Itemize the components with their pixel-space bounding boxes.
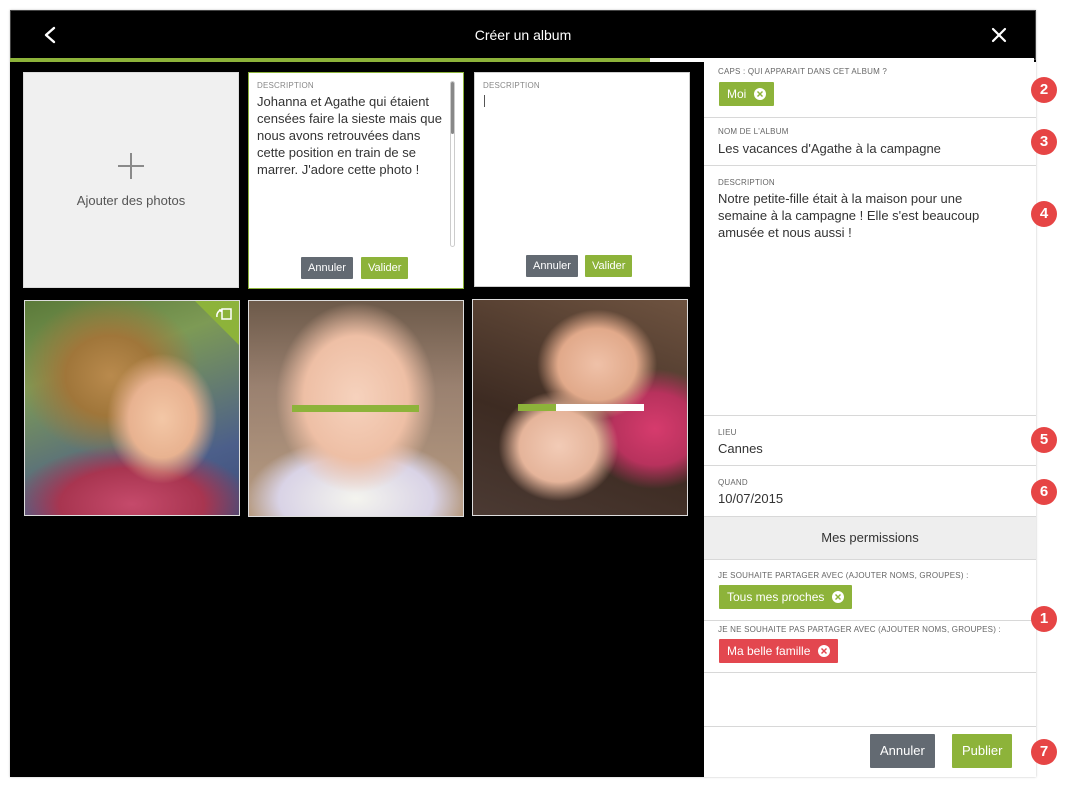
annotation-badge-4: 4 — [1031, 201, 1057, 227]
plus-icon — [118, 152, 144, 179]
annotation-badge-6: 6 — [1031, 479, 1057, 505]
photo-thumbnail[interactable] — [24, 300, 240, 516]
description-textarea[interactable]: Johanna et Agathe qui étaient censées fa… — [257, 93, 442, 178]
description-label: DESCRIPTION — [257, 81, 314, 90]
photo-thumbnail[interactable] — [248, 300, 464, 517]
album-form-panel: CAPS : QUI APPARAIT DANS CET ALBUM ? Moi… — [704, 62, 1036, 777]
cancel-button[interactable]: Annuler — [870, 734, 935, 768]
annotation-badge-3: 3 — [1031, 129, 1057, 155]
location-field[interactable]: LIEU Cannes — [704, 416, 1036, 466]
rotate-icon[interactable] — [214, 307, 234, 326]
publish-button[interactable]: Publier — [952, 734, 1013, 768]
footer-divider — [704, 726, 1036, 727]
album-name-label: NOM DE L'ALBUM — [718, 127, 789, 136]
scrollbar-thumb[interactable] — [451, 82, 454, 134]
validate-button[interactable]: Valider — [361, 257, 409, 279]
remove-tag-icon[interactable] — [754, 88, 767, 100]
tag-label: Ma belle famille — [727, 644, 811, 658]
album-name-input[interactable]: Les vacances d'Agathe à la campagne — [718, 140, 941, 157]
album-description-field[interactable]: DESCRIPTION Notre petite-fille était à l… — [704, 166, 1036, 416]
album-description-input[interactable]: Notre petite-fille était à la maison pou… — [718, 190, 988, 241]
not-share-tag: Ma belle famille — [719, 639, 839, 663]
upload-progress-fill — [292, 405, 419, 412]
annotation-badge-1: 1 — [1031, 606, 1057, 632]
annotation-badge-2: 2 — [1031, 77, 1057, 103]
divider — [704, 620, 1036, 621]
annotation-badge-7: 7 — [1031, 739, 1057, 765]
page-title: Créer un album — [474, 27, 572, 43]
remove-tag-icon[interactable] — [818, 645, 831, 657]
location-input[interactable]: Cannes — [718, 440, 763, 457]
validate-button[interactable]: Valider — [585, 255, 633, 277]
share-with-label: JE SOUHAITE PARTAGER AVEC (AJOUTER NOMS,… — [718, 571, 969, 580]
remove-tag-icon[interactable] — [832, 591, 845, 603]
location-label: LIEU — [718, 428, 737, 437]
add-photos-button[interactable]: Ajouter des photos — [23, 72, 239, 288]
date-field[interactable]: QUAND 10/07/2015 — [704, 466, 1036, 516]
cancel-button[interactable]: Annuler — [526, 255, 578, 277]
top-bar: Créer un album — [10, 10, 1036, 60]
permissions-header: Mes permissions — [704, 516, 1036, 560]
tag-label: Moi — [727, 87, 747, 101]
photo-thumbnail[interactable] — [472, 299, 688, 516]
not-share-label: JE NE SOUHAITE PAS PARTAGER AVEC (AJOUTE… — [718, 625, 1001, 634]
upload-progress-fill — [518, 404, 556, 411]
scrollbar[interactable] — [450, 81, 455, 247]
caps-field: CAPS : QUI APPARAIT DANS CET ALBUM ? Moi — [704, 62, 1036, 118]
upload-progress-bar — [518, 404, 644, 411]
upload-progress-bar — [292, 405, 419, 412]
permissions-section: JE SOUHAITE PARTAGER AVEC (AJOUTER NOMS,… — [704, 560, 1036, 673]
add-photos-label: Ajouter des photos — [76, 192, 186, 208]
date-input[interactable]: 10/07/2015 — [718, 490, 783, 507]
photo-description-card: DESCRIPTION Annuler Valider — [474, 72, 690, 287]
date-label: QUAND — [718, 478, 748, 487]
text-cursor — [484, 95, 485, 107]
close-icon[interactable] — [987, 23, 1011, 47]
cancel-button[interactable]: Annuler — [301, 257, 353, 279]
photo-description-card: DESCRIPTION Johanna et Agathe qui étaien… — [248, 72, 464, 289]
share-with-tag: Tous mes proches — [719, 585, 853, 609]
album-description-label: DESCRIPTION — [718, 178, 775, 187]
caps-label: CAPS : QUI APPARAIT DANS CET ALBUM ? — [718, 67, 888, 76]
album-name-field[interactable]: NOM DE L'ALBUM Les vacances d'Agathe à l… — [704, 118, 1036, 166]
annotation-badge-5: 5 — [1031, 427, 1057, 453]
tag-label: Tous mes proches — [727, 590, 825, 604]
wizard-progress-fill — [10, 58, 650, 62]
description-label: DESCRIPTION — [483, 81, 540, 90]
person-tag: Moi — [719, 82, 775, 106]
